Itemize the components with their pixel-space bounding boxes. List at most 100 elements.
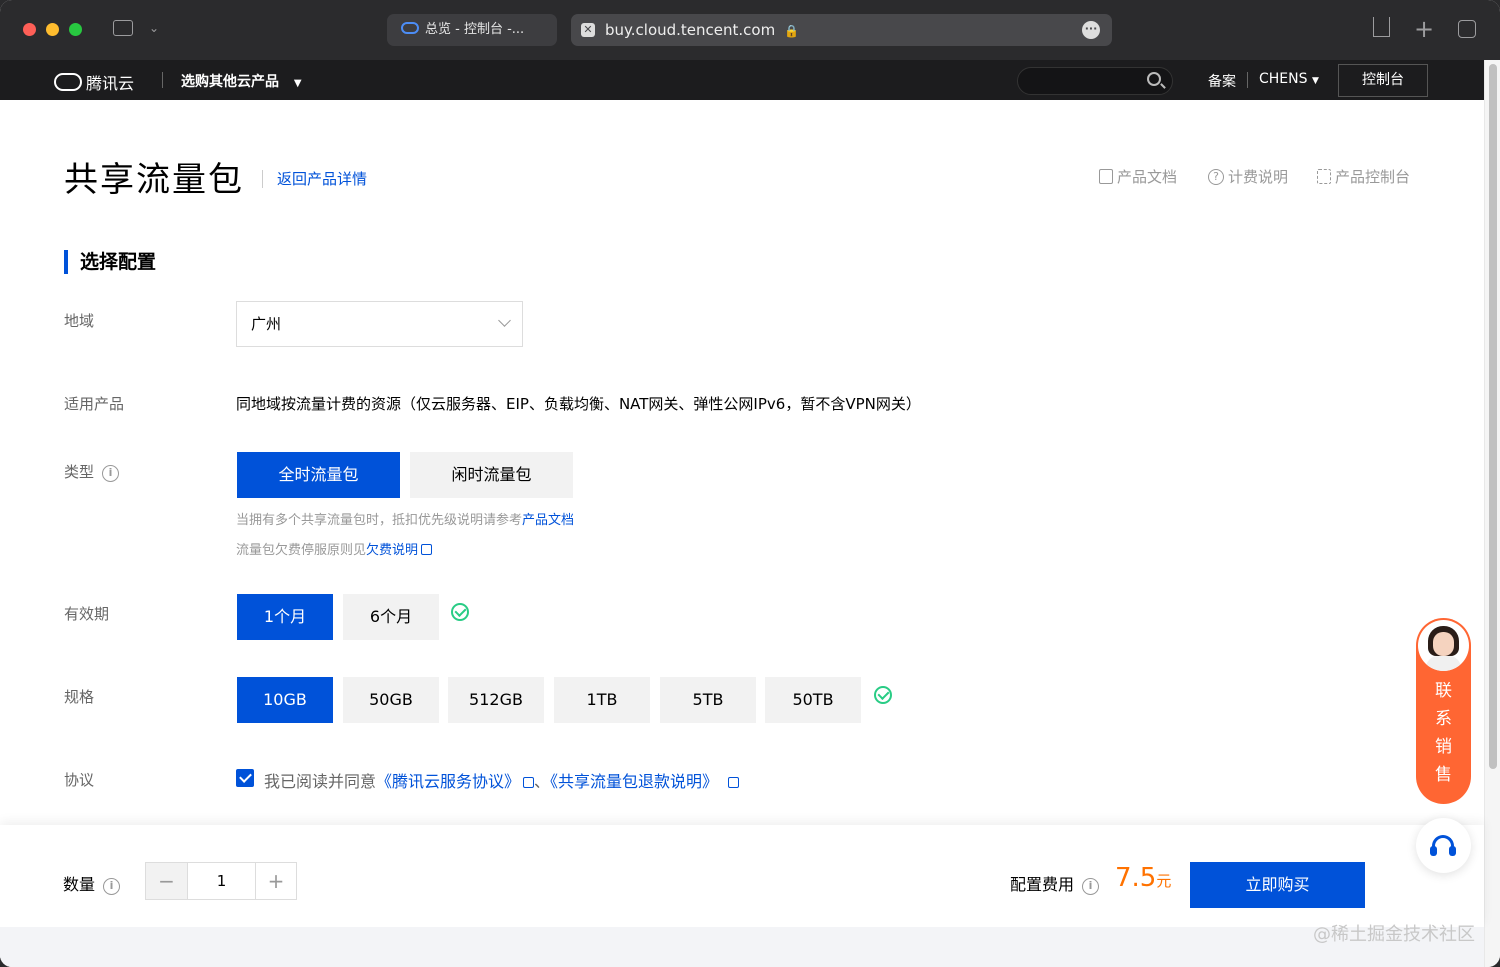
product-docs-label: 产品文档 <box>1117 168 1178 186</box>
tab-overview-icon[interactable] <box>1458 20 1476 38</box>
new-tab-icon[interactable]: + <box>1414 17 1434 41</box>
product-docs-link[interactable]: 产品文档 <box>1099 166 1177 187</box>
refund-policy-link[interactable]: 《共享流量包退款说明》 <box>550 772 718 791</box>
validity-option-1-month[interactable]: 1个月 <box>237 594 333 640</box>
product-console-label: 产品控制台 <box>1335 168 1411 186</box>
external-link-icon[interactable] <box>421 544 433 555</box>
spec-label: 规格 <box>64 688 95 706</box>
scrollbar-thumb[interactable] <box>1489 64 1497 769</box>
tab-title: 总览 - 控制台 -... <box>425 22 525 37</box>
spec-option-1tb[interactable]: 1TB <box>554 677 650 723</box>
region-select[interactable]: 广州 <box>236 301 523 347</box>
watermark: @稀土掘金技术社区 <box>1313 924 1475 945</box>
headset-icon <box>1430 835 1456 856</box>
region-label: 地域 <box>64 312 95 330</box>
billing-info-link[interactable]: ? 计费说明 <box>1208 166 1288 187</box>
lock-icon: 🔒 <box>784 24 799 38</box>
price-unit: 元 <box>1156 872 1172 890</box>
sidebar-toggle-icon[interactable] <box>113 20 133 36</box>
quantity-stepper[interactable]: − 1 + <box>145 862 297 900</box>
spec-option-50gb[interactable]: 50GB <box>343 677 439 723</box>
decrement-button[interactable]: − <box>146 863 187 899</box>
contact-sales-widget[interactable]: 联 系 销 售 <box>1416 618 1471 804</box>
info-icon[interactable]: i <box>1082 878 1100 895</box>
grid-icon <box>1317 169 1331 184</box>
sales-avatar <box>1418 620 1469 671</box>
avatar-body <box>1426 656 1461 671</box>
console-button[interactable]: 控制台 <box>1338 64 1428 97</box>
validity-option-6-months[interactable]: 6个月 <box>343 594 439 640</box>
caret-down-icon: ▼ <box>293 78 302 89</box>
products-menu-label: 选购其他云产品 <box>181 74 279 90</box>
external-link-icon[interactable] <box>523 777 535 788</box>
increment-button[interactable]: + <box>256 863 296 899</box>
close-window-button[interactable] <box>23 23 36 36</box>
section-title: 选择配置 <box>64 250 156 274</box>
applicable-products-text: 同地域按流量计费的资源（仅云服务器、EIP、负载均衡、NAT网关、弹性公网IPv… <box>236 395 921 413</box>
tencent-cloud-icon <box>401 22 419 34</box>
quantity-input[interactable]: 1 <box>187 863 256 899</box>
address-bar[interactable]: ✕ buy.cloud.tencent.com 🔒 ··· <box>571 14 1112 46</box>
browser-window: ⌄ 总览 - 控制台 -... ✕ buy.cloud.tencent.com … <box>0 0 1500 967</box>
spec-option-50tb[interactable]: 50TB <box>765 677 861 723</box>
price: 7.5元 <box>1115 863 1171 893</box>
page-scrollbar[interactable] <box>1484 60 1500 967</box>
quantity-label: 数量 i <box>63 871 121 895</box>
browser-titlebar: ⌄ 总览 - 控制台 -... ✕ buy.cloud.tencent.com … <box>0 0 1500 60</box>
site-navbar: 腾讯云 选购其他云产品 ▼ 备案 CHENS ▼ 控制台 <box>0 60 1500 100</box>
product-docs-hint-link[interactable]: 产品文档 <box>522 513 574 528</box>
agreement-label: 协议 <box>64 771 95 789</box>
validity-label: 有效期 <box>64 605 110 623</box>
hint-text: 当拥有多个共享流量包时，抵扣优先级说明请参考 <box>236 513 523 528</box>
site-favicon-icon: ✕ <box>581 23 595 37</box>
chevron-down-icon <box>498 314 511 327</box>
document-icon <box>1099 169 1113 184</box>
spec-option-512gb[interactable]: 512GB <box>448 677 544 723</box>
type-option-idle-time[interactable]: 闲时流量包 <box>410 452 573 498</box>
caret-down-icon: ▼ <box>1311 76 1319 86</box>
agreement-separator: 、 <box>534 772 551 791</box>
contact-sales-label: 联 系 销 售 <box>1435 681 1452 785</box>
tencent-cloud-logo[interactable]: 腾讯云 <box>54 70 134 94</box>
price-value: 7.5 <box>1115 863 1157 893</box>
external-link-icon[interactable] <box>728 777 740 788</box>
spec-option-10gb[interactable]: 10GB <box>237 677 333 723</box>
avatar-face <box>1433 632 1454 656</box>
search-icon[interactable] <box>1147 72 1161 86</box>
browser-tab[interactable]: 总览 - 控制台 -... <box>387 14 557 46</box>
agreement-checkbox[interactable] <box>236 769 254 787</box>
check-circle-icon <box>874 686 892 704</box>
product-console-link[interactable]: 产品控制台 <box>1317 166 1410 187</box>
page-footer-area <box>0 927 1484 967</box>
fee-label: 配置费用 i <box>1010 871 1100 895</box>
customer-service-button[interactable] <box>1416 818 1471 873</box>
nav-divider <box>162 72 163 88</box>
info-icon[interactable]: i <box>102 465 120 482</box>
beian-link[interactable]: 备案 <box>1208 71 1236 91</box>
products-menu[interactable]: 选购其他云产品 ▼ <box>181 71 302 91</box>
chevron-down-icon[interactable]: ⌄ <box>149 22 159 34</box>
share-icon[interactable] <box>1373 17 1390 37</box>
buy-now-button[interactable]: 立即购买 <box>1190 862 1365 908</box>
info-icon[interactable]: i <box>103 878 121 895</box>
applicable-products-label: 适用产品 <box>64 395 125 413</box>
more-icon[interactable]: ··· <box>1082 21 1100 39</box>
hint-text: 流量包欠费停服原则见 <box>236 543 367 558</box>
zoom-window-button[interactable] <box>69 23 82 36</box>
user-menu[interactable]: CHENS ▼ <box>1259 71 1319 87</box>
back-to-product-link[interactable]: 返回产品详情 <box>262 170 367 188</box>
check-circle-icon <box>451 603 469 621</box>
arrears-info-link[interactable]: 欠费说明 <box>366 543 418 558</box>
nav-search-input[interactable] <box>1017 67 1173 95</box>
type-option-full-time[interactable]: 全时流量包 <box>237 452 400 498</box>
agreement-text: 我已阅读并同意《腾讯云服务协议》 、《共享流量包退款说明》 <box>264 768 740 792</box>
spec-option-5tb[interactable]: 5TB <box>660 677 756 723</box>
region-value: 广州 <box>251 315 282 333</box>
purchase-page: 共享流量包 返回产品详情 产品文档 ? 计费说明 产品控制台 选择配置 地域 广州… <box>0 100 1484 967</box>
type-hint-arrears: 流量包欠费停服原则见欠费说明 <box>236 539 433 558</box>
service-agreement-link[interactable]: 《腾讯云服务协议》 <box>376 772 520 791</box>
nav-divider <box>1247 72 1248 88</box>
quantity-label-text: 数量 <box>63 875 96 894</box>
logo-text: 腾讯云 <box>86 74 135 93</box>
minimize-window-button[interactable] <box>46 23 59 36</box>
